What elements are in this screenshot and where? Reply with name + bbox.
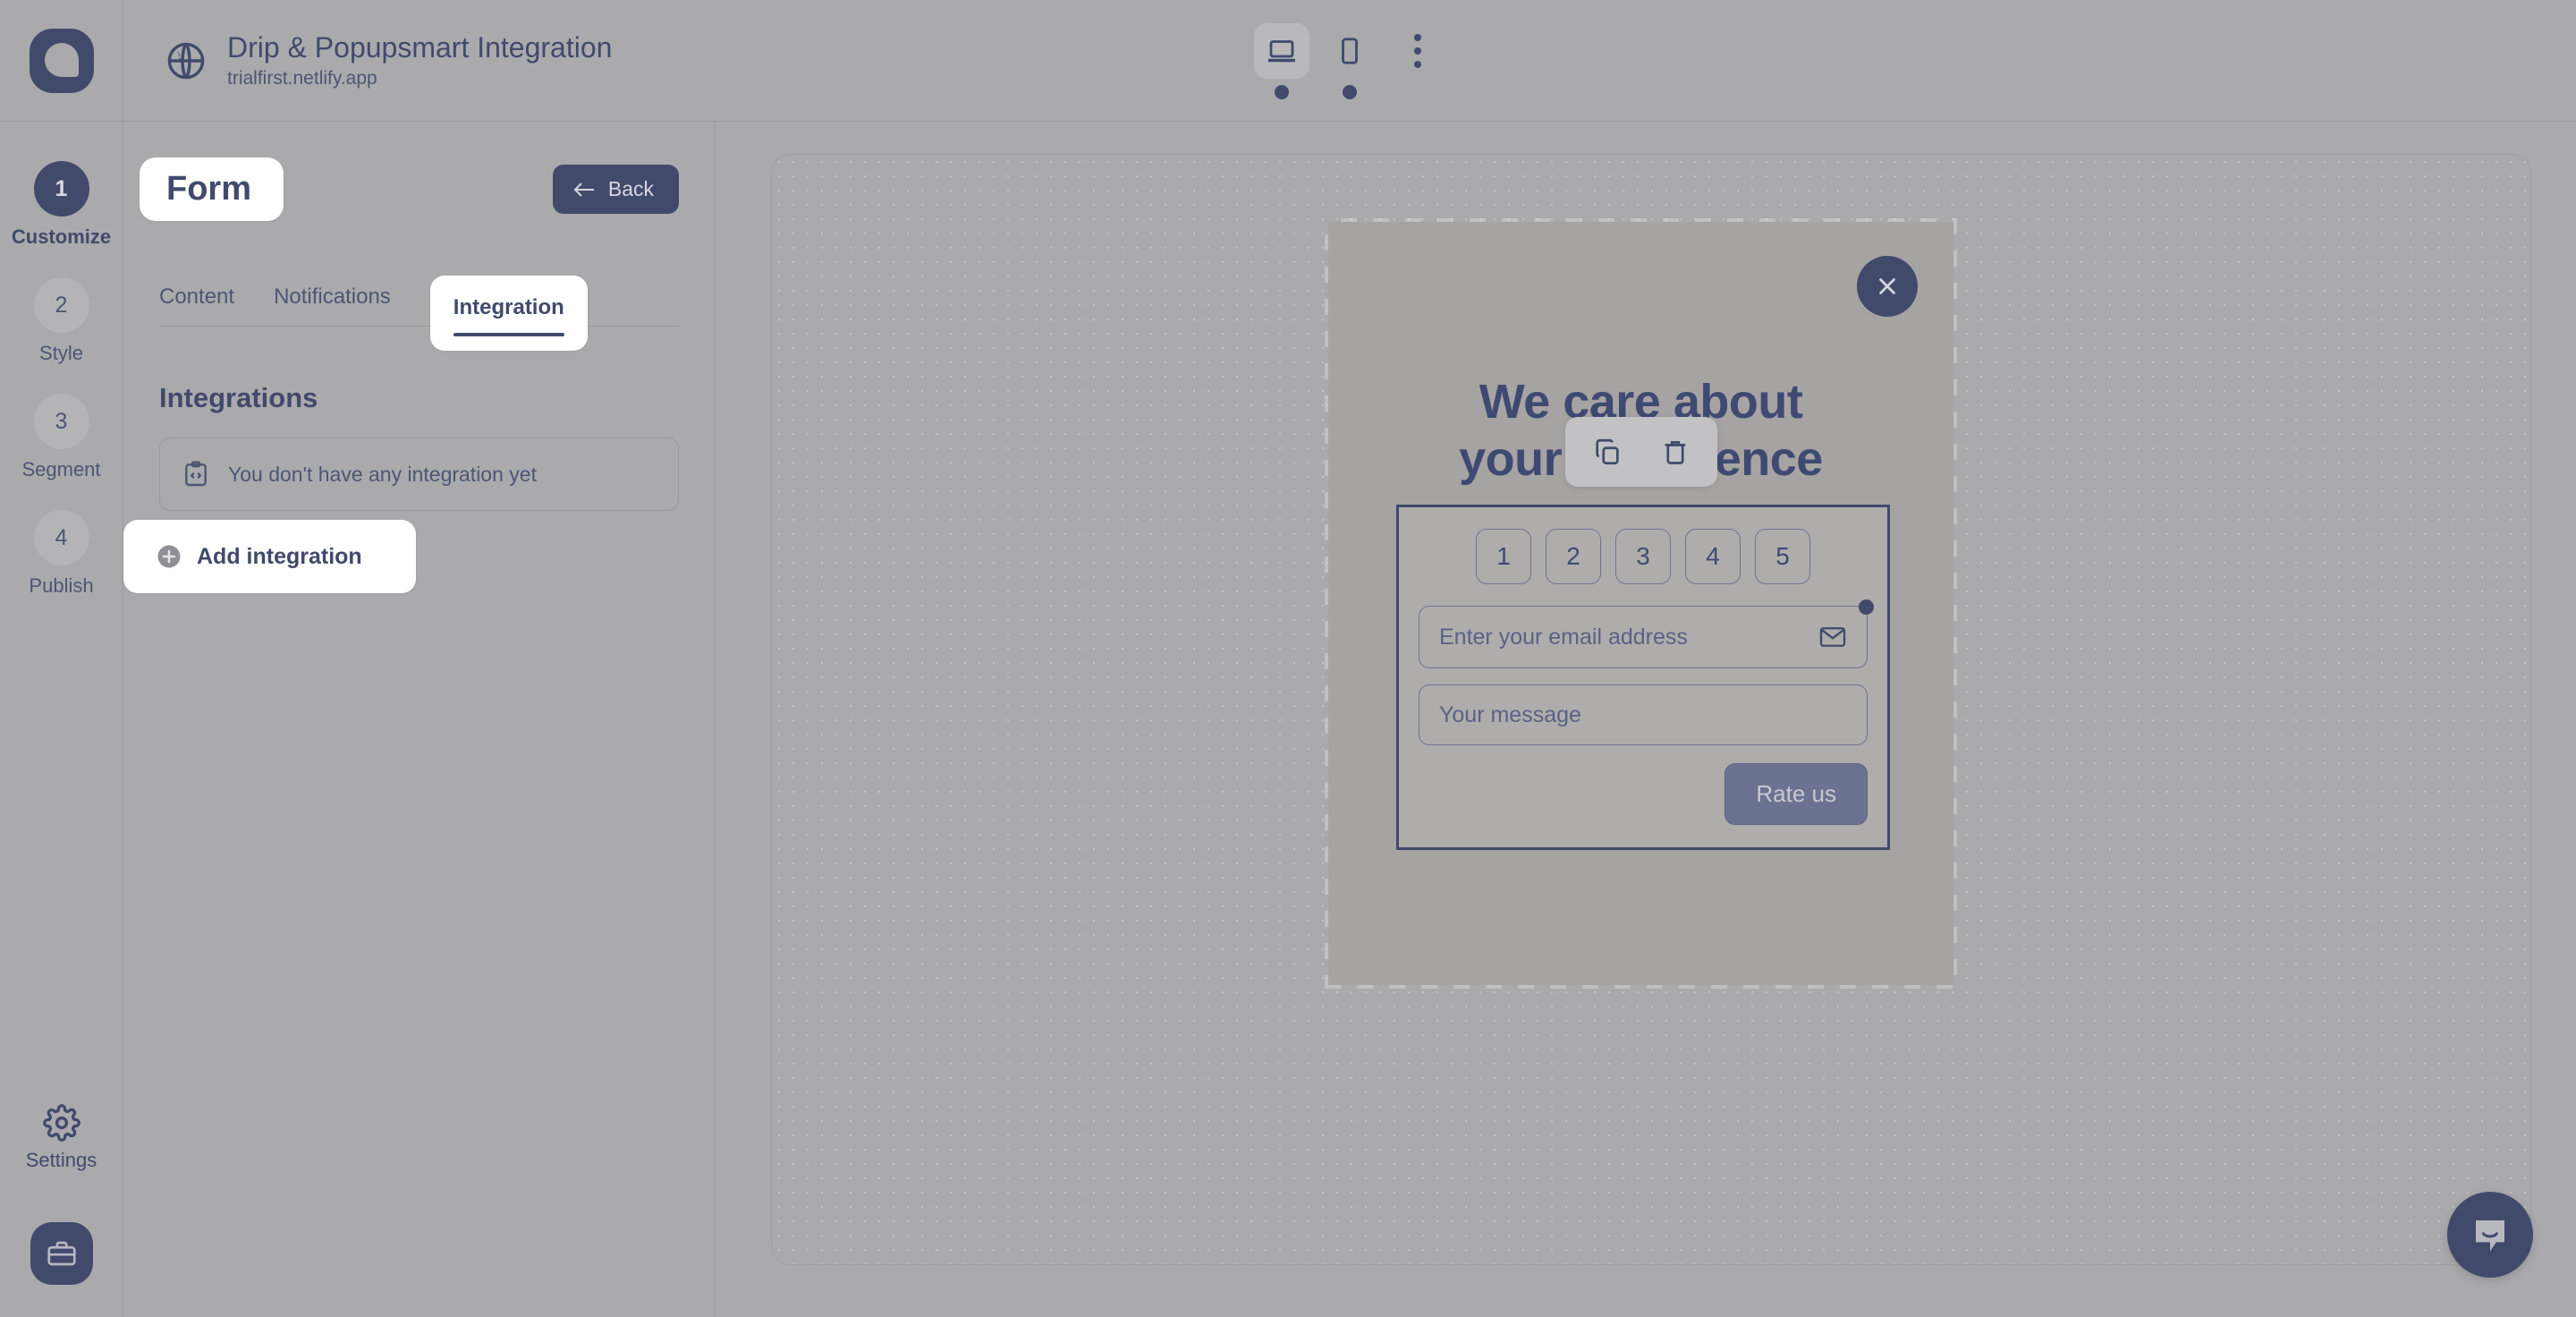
step-style[interactable]: 2 Style xyxy=(0,277,123,365)
section-title-integrations: Integrations xyxy=(159,382,318,413)
panel-header: Form Back xyxy=(140,157,679,221)
step-number: 4 xyxy=(33,510,89,565)
chat-bubble-icon xyxy=(2476,1220,2504,1252)
message-field-placeholder: Your message xyxy=(1439,701,1581,727)
envelope-icon xyxy=(1819,627,1846,647)
desktop-icon xyxy=(1268,40,1295,63)
panel-tabs: Content Notifications Integration xyxy=(159,257,679,351)
rating-option-1[interactable]: 1 xyxy=(1476,529,1531,584)
add-integration-label: Add integration xyxy=(197,543,362,569)
topbar: Drip & Popupsmart Integration trialfirst… xyxy=(123,0,2576,122)
tab-notifications[interactable]: Notifications xyxy=(274,285,391,326)
kebab-menu-icon xyxy=(1414,34,1421,41)
rating-scale: 1 2 3 4 5 xyxy=(1419,529,1868,584)
device-active-dot xyxy=(1275,85,1289,99)
sidebar-item-settings[interactable]: Settings xyxy=(26,1104,97,1172)
popup-form-block[interactable]: 1 2 3 4 5 Enter your email address Your … xyxy=(1396,505,1890,850)
arrow-left-icon xyxy=(573,182,594,197)
step-label: Publish xyxy=(29,574,94,597)
device-switcher xyxy=(1254,23,1445,99)
tab-active-underline xyxy=(453,333,564,336)
step-label: Style xyxy=(39,342,83,364)
step-nav: 1 Customize 2 Style 3 Segment 4 Publish xyxy=(0,161,123,626)
delete-element-button[interactable] xyxy=(1657,433,1694,471)
app-logo[interactable] xyxy=(0,0,123,122)
step-label: Customize xyxy=(11,225,112,248)
gear-icon xyxy=(42,1104,80,1142)
main-region: Drip & Popupsmart Integration trialfirst… xyxy=(123,0,2576,1317)
device-mobile-button[interactable] xyxy=(1322,23,1377,99)
element-toolbar xyxy=(1564,417,1717,487)
panel-title: Form xyxy=(166,170,251,208)
site-info: Drip & Popupsmart Integration trialfirst… xyxy=(227,31,612,89)
copy-icon xyxy=(1595,438,1619,465)
step-segment[interactable]: 3 Segment xyxy=(0,394,123,481)
popup-transparency-shell: We care about your experience xyxy=(1325,218,1957,989)
kebab-menu-icon xyxy=(1414,47,1421,55)
site-url: trialfirst.netlify.app xyxy=(227,68,377,89)
rating-option-5[interactable]: 5 xyxy=(1755,529,1810,584)
plus-circle-icon xyxy=(157,545,181,568)
more-options-button[interactable] xyxy=(1390,23,1445,79)
preview-canvas: We care about your experience xyxy=(771,154,2531,1265)
settings-label: Settings xyxy=(25,1149,97,1171)
rail-bottom: Settings xyxy=(0,1104,123,1285)
step-number: 1 xyxy=(33,161,89,217)
resize-handle[interactable] xyxy=(1859,599,1874,615)
device-desktop-button[interactable] xyxy=(1254,23,1309,99)
integrations-empty-state: You don't have any integration yet xyxy=(159,438,679,511)
panel-title-highlight: Form xyxy=(140,157,284,221)
trash-icon xyxy=(1665,441,1685,464)
device-active-dot xyxy=(1343,85,1357,99)
duplicate-element-button[interactable] xyxy=(1589,433,1626,471)
message-field[interactable]: Your message xyxy=(1419,684,1868,745)
chat-launcher-button[interactable] xyxy=(2447,1192,2533,1278)
step-publish[interactable]: 4 Publish xyxy=(0,510,123,598)
step-number: 3 xyxy=(33,394,89,449)
tab-content[interactable]: Content xyxy=(159,285,234,326)
briefcase-button[interactable] xyxy=(30,1222,93,1285)
app-root: 1 Customize 2 Style 3 Segment 4 Publish xyxy=(0,0,2576,1317)
step-number: 2 xyxy=(33,277,89,333)
step-label: Segment xyxy=(21,458,101,480)
email-field-placeholder: Enter your email address xyxy=(1439,624,1688,650)
body-split: Form Back Content Notifications Integrat… xyxy=(123,122,2576,1317)
add-integration-button[interactable]: Add integration xyxy=(123,520,416,593)
tab-integration-label: Integration xyxy=(453,295,564,319)
rate-us-button[interactable]: Rate us xyxy=(1724,763,1868,825)
code-clipboard-icon xyxy=(185,461,207,487)
editor-panel: Form Back Content Notifications Integrat… xyxy=(123,122,716,1317)
briefcase-icon xyxy=(47,1241,76,1266)
kebab-menu-icon xyxy=(1414,61,1421,68)
page-title: Drip & Popupsmart Integration xyxy=(227,30,613,64)
preview-canvas-wrap: We care about your experience xyxy=(716,122,2576,1317)
back-button[interactable]: Back xyxy=(552,165,679,214)
back-button-label: Back xyxy=(607,177,654,200)
submit-row: Rate us xyxy=(1419,763,1868,825)
globe-icon xyxy=(167,42,205,79)
left-rail: 1 Customize 2 Style 3 Segment 4 Publish xyxy=(0,0,123,1317)
popup-close-button[interactable] xyxy=(1857,256,1918,317)
step-customize[interactable]: 1 Customize xyxy=(0,161,123,249)
empty-state-text: You don't have any integration yet xyxy=(228,462,537,486)
email-field[interactable]: Enter your email address xyxy=(1419,599,1874,668)
tab-integration[interactable]: Integration xyxy=(429,276,588,351)
popupsmart-logo-icon xyxy=(29,28,94,93)
rating-option-3[interactable]: 3 xyxy=(1615,529,1671,584)
popup-preview: We care about your experience xyxy=(1328,222,1953,985)
mobile-icon xyxy=(1342,38,1358,64)
close-icon xyxy=(1879,278,1895,294)
rating-option-4[interactable]: 4 xyxy=(1685,529,1741,584)
rating-option-2[interactable]: 2 xyxy=(1546,529,1601,584)
